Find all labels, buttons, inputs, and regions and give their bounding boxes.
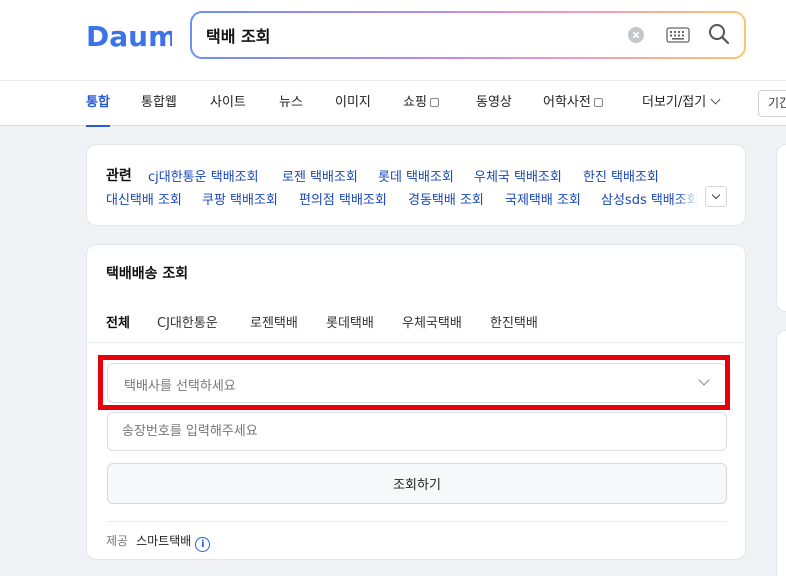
- related-link[interactable]: 한진 택배조회: [583, 166, 659, 185]
- expand-related-button[interactable]: [705, 186, 727, 207]
- logo-text: Daum: [86, 20, 172, 50]
- tab-label: 통합: [86, 95, 110, 110]
- daum-logo[interactable]: Daum: [86, 20, 172, 50]
- related-link[interactable]: 롯데 택배조회: [378, 166, 454, 185]
- related-link[interactable]: 쿠팡 택배조회: [202, 189, 278, 208]
- carrier-tab-lotte[interactable]: 롯데택배: [326, 312, 374, 331]
- search-tabs-nav: 통합 통합웹 사이트 뉴스 이미지 쇼핑 동영상 어학사전 더보기/접기 기간: [0, 80, 786, 127]
- related-link[interactable]: 대신택배 조회: [106, 189, 182, 208]
- carrier-tab-logen[interactable]: 로젠택배: [250, 312, 298, 331]
- tab-label: 통합웹: [141, 95, 177, 110]
- tracking-number-input[interactable]: [107, 412, 727, 451]
- keyboard-icon[interactable]: [666, 26, 690, 44]
- external-link-icon: [593, 98, 603, 107]
- side-panel: [776, 144, 786, 312]
- tab-site[interactable]: 사이트: [210, 81, 246, 126]
- tracking-title: 택배배송 조회: [106, 266, 189, 282]
- related-title: 관련: [106, 168, 132, 184]
- provider-name: 스마트택배: [136, 534, 192, 548]
- tab-label: 어학사전: [543, 95, 591, 110]
- divider: [87, 342, 745, 343]
- chevron-down-icon: [710, 94, 721, 105]
- track-submit-button[interactable]: 조회하기: [107, 463, 727, 504]
- tab-image[interactable]: 이미지: [335, 81, 371, 126]
- search-box: [190, 11, 746, 59]
- tab-news[interactable]: 뉴스: [279, 81, 303, 126]
- clear-icon[interactable]: [628, 27, 644, 43]
- related-link[interactable]: 국제택배 조회: [505, 189, 581, 208]
- tab-label: 사이트: [210, 95, 246, 110]
- tab-label: 동영상: [476, 95, 512, 110]
- tab-integrated[interactable]: 통합: [86, 81, 110, 127]
- tab-shopping[interactable]: 쇼핑: [403, 81, 439, 126]
- carrier-tab-epost[interactable]: 우체국택배: [402, 312, 462, 331]
- provider-info: 제공 스마트택배 i: [106, 532, 211, 552]
- related-link[interactable]: 로젠 택배조회: [282, 166, 358, 185]
- related-link[interactable]: 우체국 택배조회: [474, 166, 562, 185]
- carrier-tab-hanjin[interactable]: 한진택배: [490, 312, 538, 331]
- fade-overlay: [677, 187, 703, 207]
- provider-label: 제공: [106, 534, 129, 548]
- search-icon[interactable]: [708, 23, 730, 45]
- related-link[interactable]: 경동택배 조회: [408, 189, 484, 208]
- carrier-tab-all[interactable]: 전체: [106, 312, 130, 331]
- side-panel: [776, 330, 786, 576]
- tab-label: 이미지: [335, 95, 371, 110]
- tab-dictionary[interactable]: 어학사전: [543, 81, 603, 126]
- period-label: 기간: [768, 96, 786, 110]
- tab-label: 더보기/접기: [642, 95, 707, 110]
- related-link[interactable]: cj대한통운 택배조회: [148, 166, 259, 185]
- highlight-box: [98, 355, 730, 410]
- tab-label: 뉴스: [279, 95, 303, 110]
- tab-video[interactable]: 동영상: [476, 81, 512, 126]
- divider: [107, 521, 727, 522]
- header: Daum: [0, 0, 786, 80]
- search-input[interactable]: [206, 13, 606, 57]
- tab-label: 쇼핑: [403, 95, 427, 110]
- related-link[interactable]: 편의점 택배조회: [299, 189, 387, 208]
- tab-more-toggle[interactable]: 더보기/접기: [642, 81, 721, 126]
- related-searches-card: 관련 cj대한통운 택배조회 로젠 택배조회 롯데 택배조회 우체국 택배조회 …: [86, 144, 746, 226]
- chevron-down-icon: [711, 190, 721, 200]
- tab-integrated-web[interactable]: 통합웹: [141, 81, 177, 126]
- period-filter-button[interactable]: 기간: [758, 90, 786, 117]
- external-link-icon: [429, 98, 439, 107]
- carrier-tab-cj[interactable]: CJ대한통운: [157, 312, 218, 331]
- info-icon[interactable]: i: [195, 537, 211, 552]
